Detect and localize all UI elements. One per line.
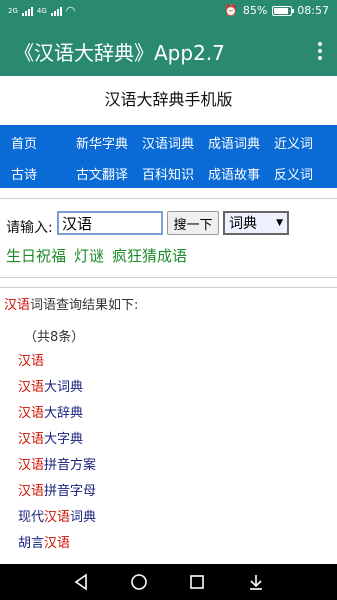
signal-group: 2G 4G ◠ (8, 4, 75, 17)
result-post: 大词典 (44, 380, 84, 395)
nav-idiom-stories[interactable]: 成语故事 (208, 164, 260, 183)
back-icon[interactable] (72, 573, 90, 591)
link-riddles[interactable]: 灯谜 (74, 245, 104, 266)
link-birthday-wishes[interactable]: 生日祝福 (6, 245, 66, 266)
alarm-icon: ⏰ (224, 4, 238, 17)
nav-ancient-poems[interactable]: 古诗 (11, 164, 37, 183)
clock: 08:57 (297, 4, 329, 17)
result-item[interactable]: 汉语拼音字母 (18, 480, 96, 499)
results-panel: 汉语词语查询结果如下: （共8条） 汉语 汉语大词典 汉语大辞典 汉语大字典 汉语拼音方… (0, 287, 337, 564)
home-icon[interactable] (130, 573, 148, 591)
result-pre: 胡言 (18, 536, 45, 551)
signal-icon-2 (50, 5, 62, 16)
result-kw: 汉语 (44, 536, 71, 551)
nav-xinhua-dictionary[interactable]: 新华字典 (76, 133, 128, 152)
result-kw: 汉语 (18, 458, 45, 473)
nav-grid: 首页 新华字典 汉语词典 成语词典 近义词 古诗 古文翻译 百科知识 成语故事 … (0, 125, 337, 188)
nav-idiom-dictionary[interactable]: 成语词典 (208, 133, 260, 152)
app-title: 《汉语大辞典》App2.7 (14, 41, 225, 65)
results-header: 汉语词语查询结果如下: (4, 294, 138, 313)
network-type-label-2: 4G (36, 6, 47, 15)
system-nav-bar (0, 564, 337, 600)
nav-classical-translation[interactable]: 古文翻译 (76, 164, 128, 183)
result-kw: 汉语 (44, 510, 71, 525)
result-post: 大辞典 (44, 406, 84, 421)
result-post: 拼音方案 (44, 458, 97, 473)
result-post: 大字典 (44, 432, 84, 447)
result-item[interactable]: 胡言汉语 (18, 532, 70, 551)
search-type-value: 词典 (229, 216, 257, 232)
battery-fill (274, 7, 289, 14)
result-kw: 汉语 (18, 380, 45, 395)
results-count: （共8条） (24, 330, 85, 345)
result-item[interactable]: 汉语大词典 (18, 376, 83, 395)
overflow-menu-icon[interactable] (313, 40, 327, 62)
results-header-text: 词语查询结果如下: (30, 298, 139, 313)
result-kw: 汉语 (18, 432, 45, 447)
search-input[interactable] (57, 211, 163, 235)
app-bar: 《汉语大辞典》App2.7 (0, 24, 337, 76)
nav-antonyms[interactable]: 反义词 (274, 164, 313, 183)
result-post: 拼音字母 (44, 484, 97, 499)
notification-pull-icon[interactable] (247, 573, 265, 591)
nav-chinese-words[interactable]: 汉语词典 (142, 133, 194, 152)
battery-percent: 85% (242, 4, 268, 17)
result-kw: 汉语 (18, 484, 45, 499)
nav-encyclopedia[interactable]: 百科知识 (142, 164, 194, 183)
result-item[interactable]: 汉语大辞典 (18, 402, 83, 421)
result-post: 词典 (70, 510, 97, 525)
dropdown-caret-icon: ▼ (276, 218, 283, 228)
result-item[interactable]: 汉语大字典 (18, 428, 83, 447)
quick-links: 生日祝福 灯谜 疯狂猜成语 (6, 245, 187, 266)
results-keyword: 汉语 (4, 298, 31, 313)
wifi-icon: ◠ (65, 4, 76, 17)
status-bar: 2G 4G ◠ ⏰ 85% 08:57 (0, 0, 337, 24)
result-pre: 现代 (18, 510, 45, 525)
nav-synonyms[interactable]: 近义词 (274, 133, 313, 152)
search-label: 请输入: (6, 220, 53, 236)
network-type-label: 2G (8, 6, 18, 15)
search-button[interactable]: 搜一下 (167, 211, 219, 235)
result-item[interactable]: 汉语 (18, 350, 44, 369)
result-kw: 汉语 (18, 406, 45, 421)
result-item[interactable]: 汉语拼音方案 (18, 454, 96, 473)
search-type-select[interactable]: 词典 ▼ (223, 211, 289, 235)
result-item[interactable]: 现代汉语词典 (18, 506, 96, 525)
nav-home[interactable]: 首页 (11, 133, 37, 152)
link-guess-idiom[interactable]: 疯狂猜成语 (112, 245, 187, 266)
signal-icon (21, 5, 33, 16)
recents-icon[interactable] (188, 573, 206, 591)
search-panel: 请输入: 搜一下 词典 ▼ 生日祝福 灯谜 疯狂猜成语 (0, 198, 337, 278)
battery-icon (272, 5, 295, 16)
site-title: 汉语大辞典手机版 (104, 90, 233, 109)
status-right: ⏰ 85% 08:57 (224, 4, 329, 17)
result-kw: 汉语 (18, 354, 45, 369)
